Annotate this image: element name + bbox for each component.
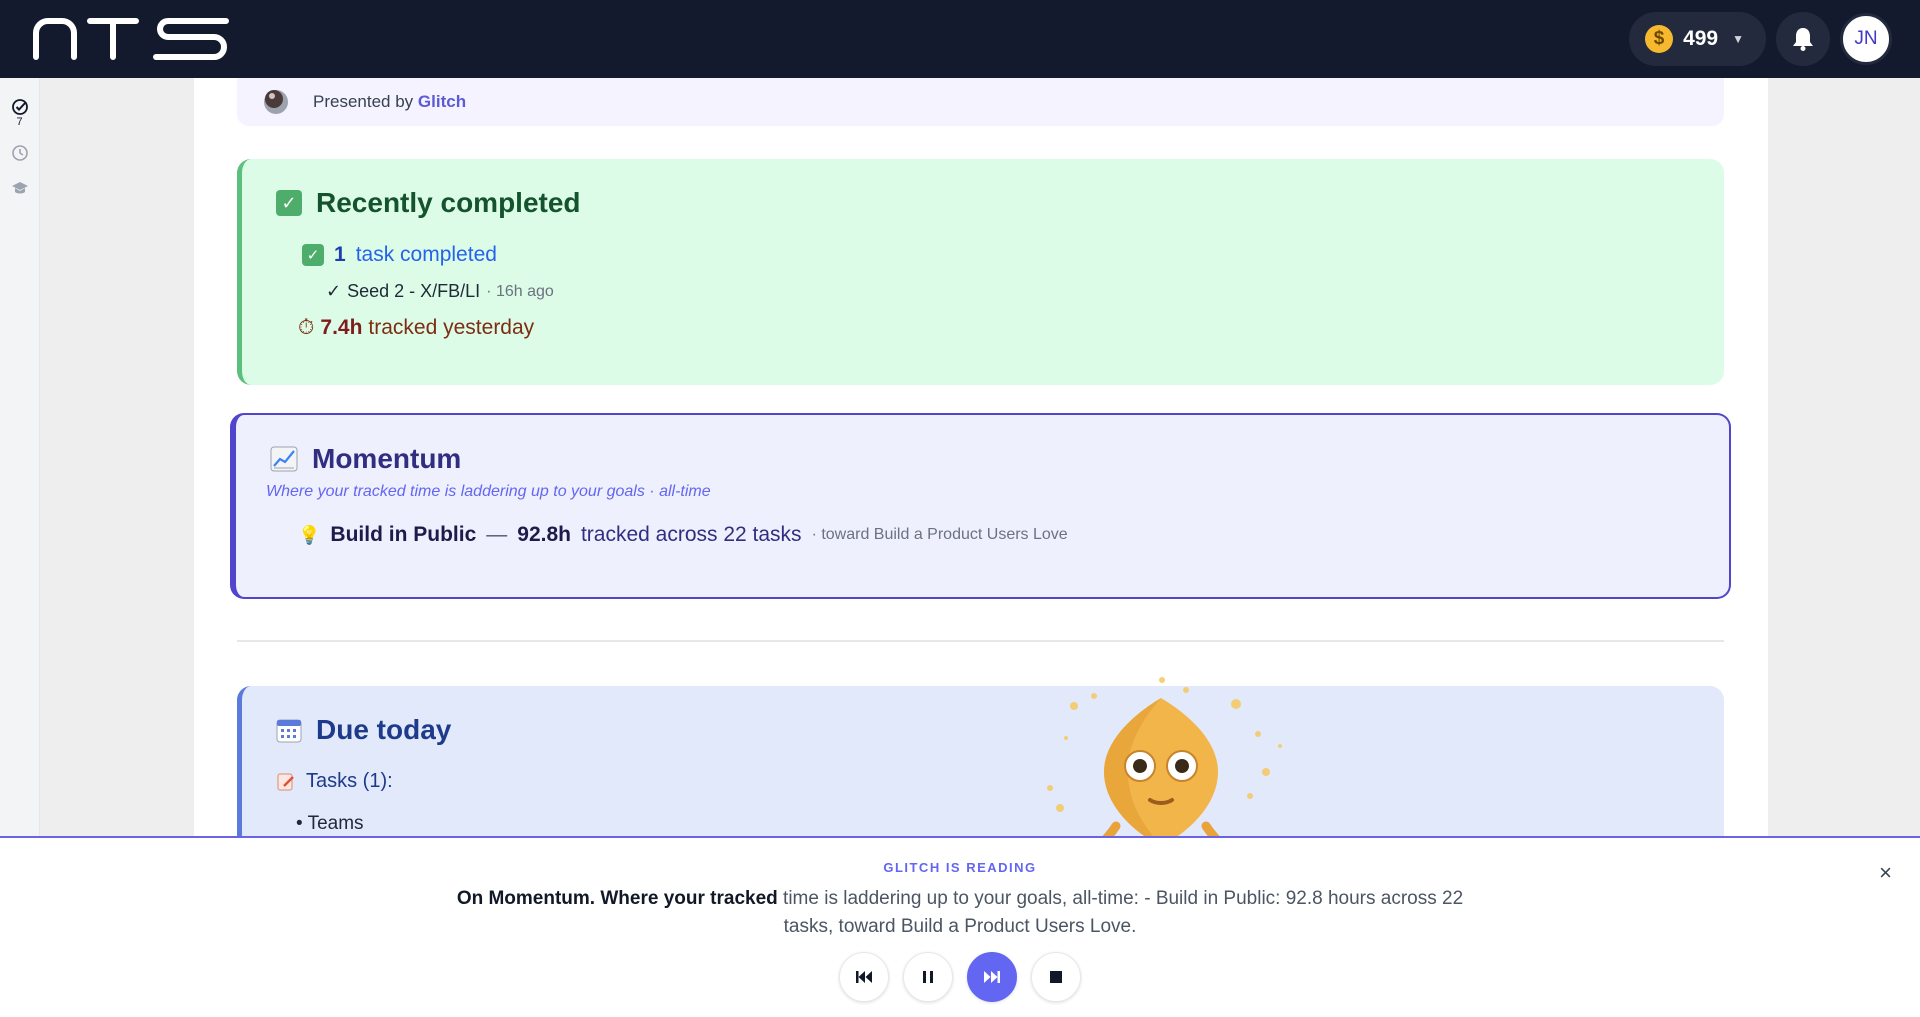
section-divider [237,640,1724,642]
tracked-hours: 7.4h [320,316,363,339]
chart-increasing-icon [270,446,298,472]
graduation-cap-icon [11,182,28,194]
reader-transcript-current: On Momentum. Where your tracked [456,888,778,909]
completed-task-item[interactable]: ✓ Seed 2 - X/FB/LI · 16h ago [326,281,1690,302]
check-box-icon: ✓ [276,190,302,216]
top-bar: $ 499 ▼ JN [0,0,1920,78]
tracked-yesterday-line: ⏱ 7.4h tracked yesterday [298,316,1690,340]
presenter-name[interactable]: Glitch [418,92,466,111]
stop-button[interactable] [1031,952,1081,1002]
momentum-title: Momentum [270,443,1695,475]
reader-transcript-rest: time is laddering up to your goals, all-… [777,888,1464,937]
skip-next-icon [984,971,1000,983]
main-content: Presented by Glitch ✓ Recently completed… [194,78,1768,838]
glitch-mascot-image [1047,677,1282,838]
rail-item-learning[interactable] [11,180,29,196]
completed-count-line: ✓ 1 task completed [302,243,1690,267]
momentum-toward-goal: · toward Build a Product Users Love [811,526,1068,543]
completed-task-name: Seed 2 - X/FB/LI [347,281,481,301]
presented-by-text: Presented by Glitch [313,92,467,111]
check-box-icon: ✓ [302,244,324,266]
left-rail: 7 [0,78,40,838]
bell-icon [1793,28,1813,51]
notifications-button[interactable] [1776,12,1830,66]
completed-count-label: task completed [355,243,497,266]
momentum-card: Momentum Where your tracked time is ladd… [230,413,1731,599]
reader-transcript: On Momentum. Where your tracked time is … [430,885,1490,941]
momentum-goal-name[interactable]: Build in Public [330,523,476,547]
recently-completed-title: ✓ Recently completed [276,187,1690,219]
momentum-hours: 92.8h [517,523,571,546]
close-icon[interactable]: × [1879,860,1892,886]
momentum-goal-line: 💡 Build in Public — 92.8h tracked across… [298,523,1695,547]
clock-icon [11,145,28,161]
pause-button[interactable] [903,952,953,1002]
completed-count: 1 [334,243,346,266]
pause-icon [923,971,933,983]
reader-controls [0,952,1920,1002]
user-avatar[interactable]: JN [1840,13,1892,65]
next-button[interactable] [967,952,1017,1002]
due-task-item[interactable]: • Teams [296,813,1690,835]
momentum-subtitle: Where your tracked time is laddering up … [266,483,711,500]
check-circle-icon [11,99,28,115]
lightbulb-icon: 💡 [298,524,321,545]
coin-balance-button[interactable]: $ 499 ▼ [1629,12,1766,66]
checkmark-icon: ✓ [326,281,342,301]
recently-completed-card: ✓ Recently completed ✓ 1 task completed … [237,159,1724,385]
calendar-icon [276,719,302,743]
due-tasks-header: Tasks (1): [276,770,1690,793]
rail-item-history[interactable] [11,144,29,162]
glitch-reader-panel: GLITCH IS READING On Momentum. Where you… [0,836,1920,1017]
chevron-down-icon: ▼ [1732,32,1744,46]
stop-icon [1050,971,1062,983]
completed-task-time: · 16h ago [486,282,554,300]
tracked-label: tracked yesterday [368,316,535,339]
coin-count: 499 [1683,27,1719,50]
topbar-actions: $ 499 ▼ JN [1629,12,1892,66]
tasks-count: 7 [16,116,23,128]
nts-logo[interactable] [32,17,232,61]
glitch-avatar-icon [264,90,288,114]
reader-status-label: GLITCH IS READING [883,860,1037,875]
momentum-tracked-label: tracked across 22 tasks [580,523,802,546]
coin-icon: $ [1645,25,1674,53]
rail-item-tasks[interactable]: 7 [11,98,29,128]
previous-button[interactable] [839,952,889,1002]
skip-previous-icon [856,971,872,983]
momentum-dash: — [486,523,508,546]
due-today-title: Due today [276,714,1690,746]
presented-by-banner: Presented by Glitch [237,78,1724,126]
memo-icon [277,773,294,790]
due-today-card: Due today Tasks (1): • Teams [237,686,1724,838]
stopwatch-icon: ⏱ [298,316,315,339]
